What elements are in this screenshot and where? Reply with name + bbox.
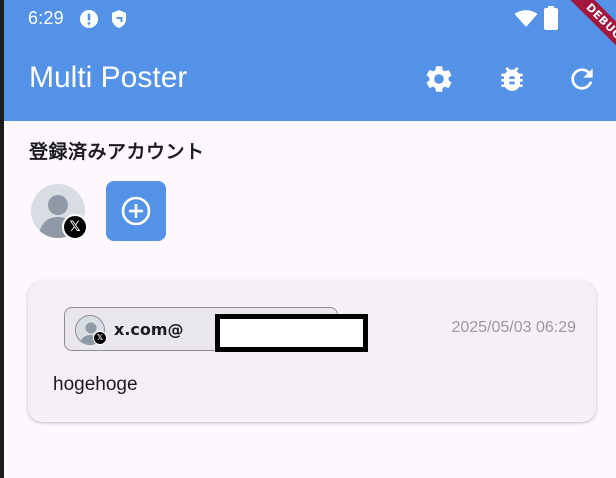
app-bar: 6:29 Multi Poster DEBUG <box>4 0 616 121</box>
x-logo-icon: 𝕏 <box>93 331 107 345</box>
section-title: 登録済みアカウント <box>29 141 205 163</box>
post-timestamp: 2025/05/03 06:29 <box>451 319 576 336</box>
add-account-button[interactable] <box>106 181 166 241</box>
alert-circle-icon <box>80 10 98 28</box>
account-label: x.com@ <box>114 320 184 339</box>
account-chip[interactable]: 𝕏 x.com@ <box>64 307 368 352</box>
wifi-icon <box>514 10 538 27</box>
bug-icon[interactable] <box>496 63 528 95</box>
settings-icon[interactable] <box>423 63 455 95</box>
battery-icon <box>544 6 558 30</box>
status-time: 6:29 <box>28 8 64 28</box>
post-card[interactable]: 𝕏 x.com@ 2025/05/03 06:29 hogehoge <box>28 281 596 422</box>
shield-icon <box>112 10 126 28</box>
post-text: hogehoge <box>53 374 138 395</box>
app-title: Multi Poster <box>29 61 188 94</box>
refresh-icon[interactable] <box>566 63 598 95</box>
x-logo-icon: 𝕏 <box>62 214 88 240</box>
app-screen: 6:29 Multi Poster DEBUG 登録済みアカウント 𝕏 𝕏 x.… <box>4 0 616 478</box>
add-circle-icon <box>121 196 151 226</box>
redacted-username <box>215 314 368 352</box>
account-avatar[interactable]: 𝕏 <box>31 184 91 240</box>
